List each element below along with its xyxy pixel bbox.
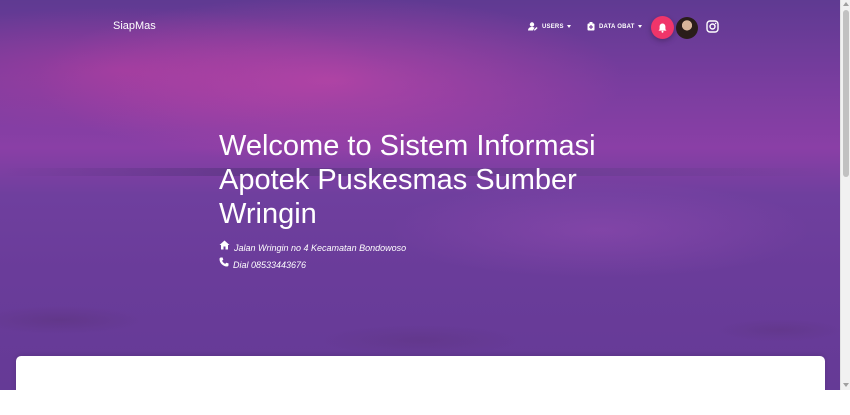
top-navbar: SiapMas USERS DATA OBAT xyxy=(0,0,840,56)
scroll-down-arrow-icon[interactable] xyxy=(843,383,849,387)
scroll-up-arrow-icon[interactable] xyxy=(843,2,849,6)
address-line: Jalan Wringin no 4 Kecamatan Bondowoso xyxy=(219,237,406,253)
hero-title: Welcome to Sistem Informasi Apotek Puske… xyxy=(219,130,596,230)
instagram-link[interactable] xyxy=(706,20,719,33)
phone-icon xyxy=(219,257,229,267)
chevron-down-icon xyxy=(566,25,571,28)
nav-users-dropdown[interactable]: USERS xyxy=(528,22,571,31)
user-avatar[interactable] xyxy=(676,17,698,39)
nav-data-obat-label: DATA OBAT xyxy=(599,23,635,30)
phone-text: Dial 08533443676 xyxy=(233,260,307,270)
brand-link[interactable]: SiapMas xyxy=(113,20,156,32)
bottom-blank-area xyxy=(0,390,850,415)
vertical-scrollbar[interactable] xyxy=(840,0,850,390)
main-content-card xyxy=(16,356,825,390)
instagram-icon xyxy=(706,20,719,33)
nav-users-label: USERS xyxy=(542,23,564,30)
bell-icon xyxy=(658,23,667,33)
scrollbar-thumb[interactable] xyxy=(843,10,849,177)
nav-data-obat-dropdown[interactable]: DATA OBAT xyxy=(587,22,642,31)
page-viewport: SiapMas USERS DATA OBAT Welcome to Siste… xyxy=(0,0,840,390)
chevron-down-icon xyxy=(637,25,642,28)
phone-line: Dial 08533443676 xyxy=(219,254,306,270)
user-edit-icon xyxy=(528,22,538,31)
home-icon xyxy=(219,240,230,250)
notifications-button[interactable] xyxy=(651,16,674,39)
address-text: Jalan Wringin no 4 Kecamatan Bondowoso xyxy=(234,243,407,253)
medical-box-icon xyxy=(587,22,595,31)
